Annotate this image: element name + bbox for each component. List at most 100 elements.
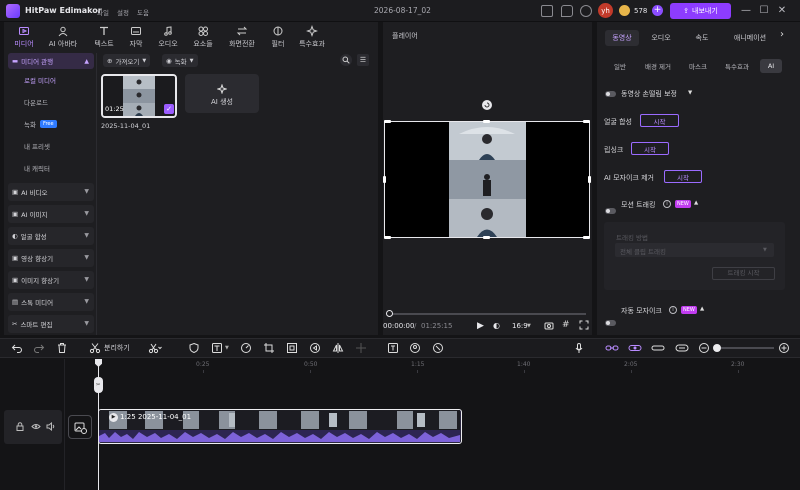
export-button[interactable]: ⇪ 내보내기 — [670, 3, 731, 19]
info-icon[interactable]: i — [669, 306, 677, 314]
transform-icon[interactable] — [355, 342, 367, 354]
zoom-slider-knob[interactable] — [713, 344, 721, 352]
crop-icon[interactable] — [263, 342, 275, 354]
speaker-icon[interactable] — [46, 422, 56, 431]
resize-handle-b[interactable] — [483, 236, 490, 239]
info-icon[interactable]: i — [663, 200, 671, 208]
media-item-thumbnail[interactable]: 01:25 ✓ — [101, 74, 177, 118]
chevron-down-icon[interactable]: ▼ — [527, 323, 531, 329]
tab-animation[interactable]: 애니메이션 — [726, 30, 774, 46]
resize-handle-l[interactable] — [383, 176, 386, 183]
eye-icon[interactable] — [31, 423, 41, 430]
caret-up-icon[interactable]: ▲ — [700, 306, 704, 312]
lip-sync-start-button[interactable]: 시작 — [631, 142, 669, 155]
nav-ai-image[interactable]: ▣ AI 이미지 ▼ — [8, 205, 94, 223]
ai-generate-button[interactable]: AI 생성 — [185, 74, 259, 113]
clock-icon[interactable] — [580, 5, 592, 17]
speed-icon[interactable] — [240, 342, 252, 354]
feedback-icon[interactable] — [561, 5, 573, 17]
nav-stock-media[interactable]: ▤ 스톡 미디어 ▼ — [8, 293, 94, 311]
text-to-speech-icon[interactable] — [387, 342, 399, 354]
zoom-in-icon[interactable] — [778, 342, 790, 354]
nav-my-presets[interactable]: 내 프리셋 — [8, 135, 94, 157]
snap-icon[interactable] — [628, 342, 642, 354]
lock-icon[interactable] — [16, 422, 24, 431]
nav-local-media[interactable]: 로컬 미디어 — [8, 69, 94, 91]
nav-face-swap[interactable]: ◐ 얼굴 합성 ▼ — [8, 227, 94, 245]
smart-cutout-icon[interactable] — [432, 342, 444, 354]
search-icon[interactable] — [340, 54, 352, 66]
playhead-marker[interactable]: ✂ — [94, 377, 103, 393]
fullscreen-icon[interactable] — [579, 320, 589, 330]
redo-icon[interactable] — [33, 342, 45, 354]
video-clip[interactable]: ▶ 1:25 2025-11-04_01 — [98, 409, 462, 444]
tab-speed[interactable]: 속도 — [684, 30, 720, 46]
link-track-icon[interactable] — [605, 342, 619, 354]
microphone-icon[interactable] — [573, 342, 585, 354]
minimize-button[interactable]: — — [740, 5, 752, 17]
freeze-frame-icon[interactable] — [286, 342, 298, 354]
nav-record[interactable]: 녹화 Free — [8, 113, 94, 135]
player-canvas[interactable] — [384, 121, 590, 238]
tab-video[interactable]: 동영상 — [605, 30, 639, 46]
reverse-icon[interactable] — [309, 342, 321, 354]
zoom-slider-track[interactable] — [714, 347, 774, 349]
scissors-icon[interactable] — [89, 342, 101, 354]
resize-handle-t[interactable] — [483, 120, 490, 123]
resize-handle-br[interactable] — [583, 236, 590, 239]
nav-media-parent[interactable]: ▬ 미디어 관행 ▲ — [8, 53, 94, 69]
shield-icon[interactable] — [188, 342, 200, 354]
ai-mosaic-start-button[interactable]: 시작 — [664, 170, 702, 183]
tracking-method-select[interactable]: 전체 클립 트래킹 ▼ — [615, 243, 774, 257]
menu-file[interactable]: 파일 — [97, 7, 109, 17]
add-credits-button[interactable]: + — [652, 5, 663, 16]
chevron-down-icon[interactable]: ▼ — [225, 345, 229, 351]
import-button[interactable]: ⊕ 가져오기 ▼ — [103, 54, 151, 67]
menu-help[interactable]: 도움 — [137, 7, 149, 17]
nav-download[interactable]: 다운로드 — [8, 91, 94, 113]
zoom-out-icon[interactable] — [698, 342, 710, 354]
nav-image-enhancer[interactable]: ▣ 이미지 향상기 ▼ — [8, 271, 94, 289]
resize-handle-r[interactable] — [588, 176, 591, 183]
auto-mosaic-toggle[interactable] — [605, 320, 616, 326]
progress-knob[interactable] — [386, 310, 393, 317]
tab-audio[interactable]: 오디오 — [148, 24, 188, 50]
tab-elements[interactable]: 요소들 — [183, 24, 223, 50]
tab-audio-props[interactable]: 오디오 — [643, 30, 679, 46]
fit-timeline-icon[interactable] — [675, 342, 689, 354]
nav-video-enhancer[interactable]: ▣ 영상 향상기 ▼ — [8, 249, 94, 267]
user-avatar[interactable]: yh — [598, 3, 613, 18]
caret-up-icon[interactable]: ▲ — [694, 200, 698, 206]
grid-icon[interactable]: # — [562, 320, 570, 330]
nav-smart-edit[interactable]: ✂ 스마트 편집 ▼ — [8, 315, 94, 333]
camera-icon[interactable] — [544, 320, 554, 330]
subtab-effects[interactable]: 특수효과 — [718, 59, 756, 73]
undo-icon[interactable] — [11, 342, 23, 354]
play-icon[interactable]: ▶ — [477, 321, 484, 331]
chevron-right-icon[interactable]: › — [780, 29, 784, 40]
resize-handle-bl[interactable] — [384, 236, 391, 239]
close-button[interactable]: ✕ — [776, 5, 788, 17]
track-cover-button[interactable] — [68, 415, 92, 439]
rotate-handle-icon[interactable] — [482, 100, 492, 110]
mirror-icon[interactable] — [332, 342, 344, 354]
delete-icon[interactable] — [56, 342, 68, 354]
nav-ai-video[interactable]: ▣ AI 비디오 ▼ — [8, 183, 94, 201]
motion-tracking-toggle[interactable] — [605, 208, 616, 214]
tracking-start-button[interactable]: 트래킹 시작 — [712, 267, 775, 280]
caret-down-icon[interactable]: ▼ — [688, 90, 692, 96]
nav-my-characters[interactable]: 내 캐릭터 — [8, 157, 94, 179]
stop-icon[interactable]: ◐ — [493, 321, 500, 330]
subtab-bg-remove[interactable]: 배경 제거 — [638, 59, 678, 73]
aspect-ratio[interactable]: 16:9 — [512, 322, 528, 330]
face-tool-icon[interactable] — [409, 342, 421, 354]
tab-effects[interactable]: 특수효과 — [292, 24, 332, 50]
text-tool-icon[interactable] — [211, 342, 223, 354]
screen-icon[interactable] — [541, 5, 553, 17]
resize-handle-tl[interactable] — [384, 120, 391, 123]
player-progress-bar[interactable] — [390, 313, 586, 315]
record-button[interactable]: ◉ 녹화 ▼ — [162, 54, 198, 67]
subtab-ai[interactable]: AI — [760, 59, 782, 73]
stabilize-toggle[interactable] — [605, 91, 616, 97]
face-swap-start-button[interactable]: 시작 — [640, 114, 679, 127]
